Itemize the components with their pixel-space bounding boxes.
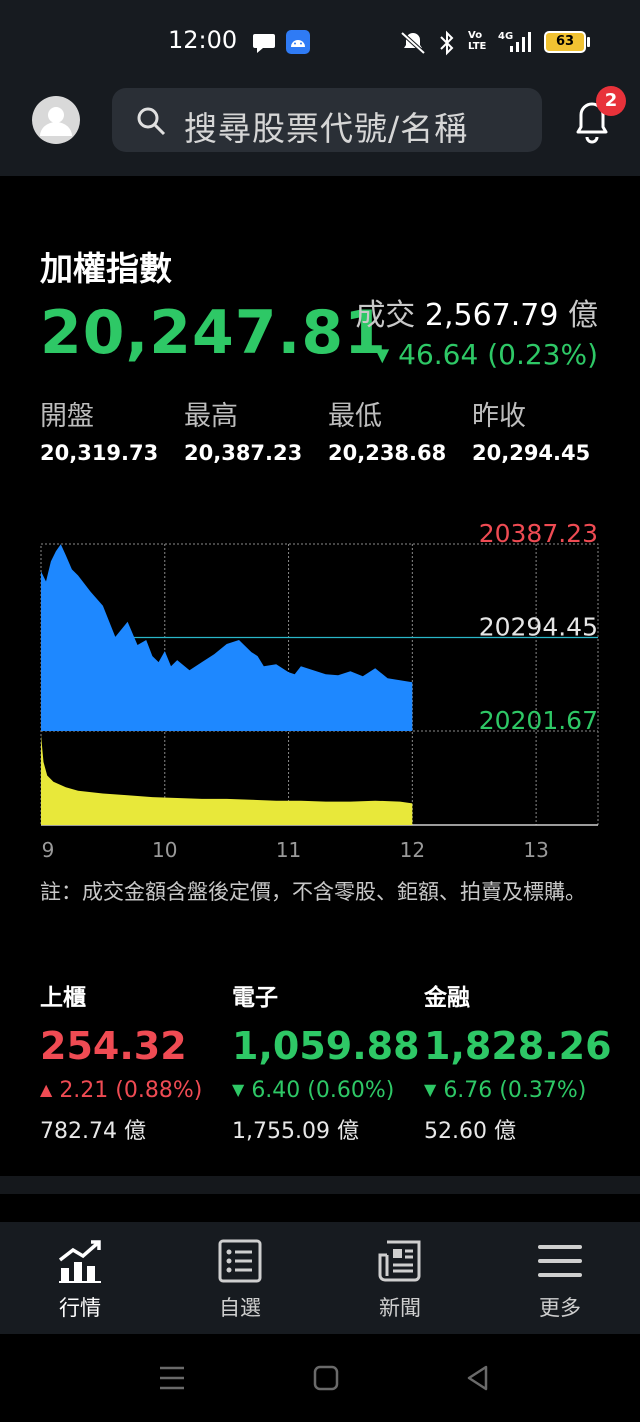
volte-icon: Vo LTE — [468, 30, 487, 52]
down-arrow-icon: ▼ — [375, 345, 390, 366]
status-time: 12:00 — [168, 26, 238, 54]
volume-value: 2,567.79 — [424, 298, 559, 333]
bottom-tab-bar: 行情 自選 新聞 更多 — [0, 1222, 640, 1334]
stat-prev-close: 昨收 20,294.45 — [472, 394, 590, 465]
android-app-icon — [286, 30, 310, 54]
system-nav-bar — [0, 1334, 640, 1422]
index-change-value: 46.64 (0.23%) — [398, 338, 598, 371]
battery-tip — [587, 37, 590, 47]
y-label-low: 20201.67 — [479, 706, 598, 735]
down-arrow-icon: ▼ — [232, 1080, 245, 1099]
status-bar: 12:00 Vo LTE 4G 63 — [0, 0, 640, 80]
stat-low: 最低 20,238.68 — [328, 394, 446, 465]
home-icon[interactable] — [312, 1364, 340, 1392]
x-tick-label: 10 — [152, 838, 177, 862]
sub-index-amount: 1,755.09 億 — [232, 1119, 359, 1144]
tab-more[interactable]: 更多 — [480, 1222, 640, 1334]
volume-unit: 億 — [568, 298, 598, 333]
svg-text:4G: 4G — [498, 31, 513, 42]
recent-apps-icon[interactable] — [158, 1364, 186, 1392]
avatar[interactable] — [32, 96, 80, 144]
stat-open: 開盤 20,319.73 — [40, 394, 158, 465]
stat-label: 最高 — [184, 401, 238, 432]
chart-series — [41, 544, 413, 825]
back-icon[interactable] — [464, 1364, 492, 1392]
chart-trend-icon — [58, 1240, 101, 1283]
x-tick-label: 13 — [523, 838, 548, 862]
tab-news[interactable]: 新聞 — [320, 1222, 480, 1334]
volume-line: 成交 2,567.79 億 — [355, 290, 598, 334]
watchlist-icon — [218, 1239, 262, 1283]
tab-label: 新聞 — [379, 1296, 421, 1320]
stat-value: 20,294.45 — [472, 441, 591, 465]
sub-index-1[interactable]: 電子 1,059.88 ▼ 6.40 (0.60%) 1,755.09 億 — [232, 978, 420, 1145]
x-tick-label: 12 — [400, 838, 425, 862]
footnote: 註：成交金額含盤後定價，不含零股、鉅額、拍賣及標購。 — [40, 880, 586, 904]
index-value: 20,247.81 — [40, 298, 387, 368]
stat-value: 20,319.73 — [40, 441, 159, 465]
tab-label: 更多 — [539, 1296, 581, 1320]
battery-icon: 63 — [544, 31, 586, 53]
user-icon — [40, 107, 72, 136]
stat-label: 開盤 — [40, 401, 94, 432]
sub-index-amount: 782.74 億 — [40, 1119, 146, 1144]
sub-index-name: 金融 — [424, 985, 470, 1011]
chat-notification-icon — [253, 34, 275, 53]
search-input[interactable]: 搜尋股票代號/名稱 — [112, 88, 542, 152]
mute-icon — [400, 31, 426, 55]
sub-index-change-value: 2.21 (0.88%) — [59, 1078, 203, 1103]
sub-index-value: 254.32 — [40, 1024, 187, 1068]
sub-index-change: ▼ 6.40 (0.60%) — [232, 1078, 420, 1103]
stat-label: 昨收 — [472, 401, 526, 432]
tab-label: 行情 — [59, 1296, 101, 1320]
index-name: 加權指數 — [40, 249, 172, 288]
x-tick-label: 9 — [42, 838, 55, 862]
y-label-ref: 20294.45 — [479, 613, 598, 642]
menu-icon — [538, 1245, 582, 1277]
index-change: ▼ 46.64 (0.23%) — [375, 338, 598, 371]
sub-index-change: ▲ 2.21 (0.88%) — [40, 1078, 202, 1103]
sub-index-change: ▼ 6.76 (0.37%) — [424, 1078, 612, 1103]
down-arrow-icon: ▼ — [424, 1080, 437, 1099]
intraday-chart[interactable]: 20387.23 20294.45 20201.67 9 10 11 12 13 — [0, 500, 640, 880]
sub-index-2[interactable]: 金融 1,828.26 ▼ 6.76 (0.37%) 52.60 億 — [424, 978, 612, 1145]
stat-value: 20,238.68 — [328, 441, 447, 465]
stat-value: 20,387.23 — [184, 441, 303, 465]
search-icon — [137, 107, 166, 136]
tab-watchlist[interactable]: 自選 — [160, 1222, 320, 1334]
sub-index-change-value: 6.76 (0.37%) — [443, 1078, 587, 1103]
sub-index-0[interactable]: 上櫃 254.32 ▲ 2.21 (0.88%) 782.74 億 — [40, 978, 202, 1145]
news-icon — [378, 1240, 421, 1282]
tab-label: 自選 — [219, 1296, 261, 1320]
search-placeholder: 搜尋股票代號/名稱 — [184, 109, 469, 148]
notification-badge: 2 — [596, 86, 626, 116]
signal-4g-icon: 4G — [498, 31, 531, 52]
volume-label: 成交 — [355, 298, 416, 333]
x-tick-label: 11 — [276, 838, 301, 862]
sub-index-name: 電子 — [232, 985, 278, 1011]
sub-index-change-value: 6.40 (0.60%) — [251, 1078, 395, 1103]
battery-level: 63 — [555, 34, 575, 49]
volume-area — [41, 735, 413, 825]
tab-market[interactable]: 行情 — [0, 1222, 160, 1334]
up-arrow-icon: ▲ — [40, 1080, 53, 1099]
y-label-high: 20387.23 — [479, 519, 598, 548]
stat-label: 最低 — [328, 401, 382, 432]
stat-high: 最高 20,387.23 — [184, 394, 302, 465]
sub-index-amount: 52.60 億 — [424, 1119, 516, 1144]
sub-index-name: 上櫃 — [40, 985, 86, 1011]
bluetooth-icon — [440, 30, 454, 56]
sub-index-value: 1,059.88 — [232, 1024, 420, 1068]
sub-index-value: 1,828.26 — [424, 1024, 612, 1068]
app-header: 搜尋股票代號/名稱 2 — [0, 80, 640, 176]
section-divider — [0, 1176, 640, 1194]
